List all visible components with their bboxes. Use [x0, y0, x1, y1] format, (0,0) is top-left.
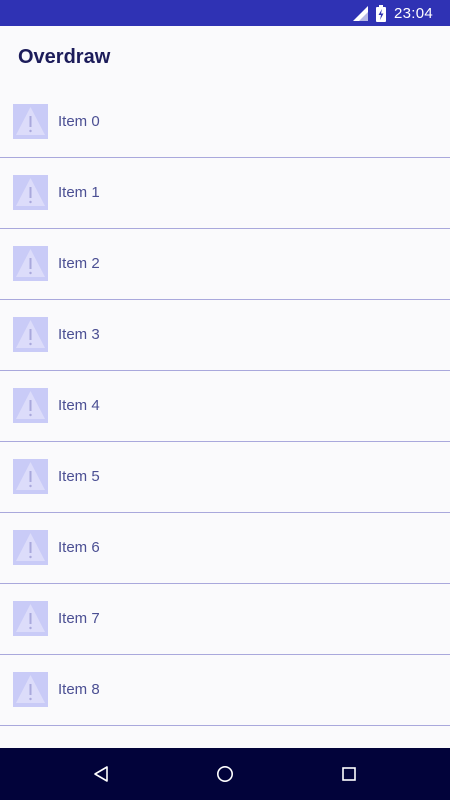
back-icon	[94, 766, 108, 782]
list-item[interactable]: Item 7	[0, 584, 450, 655]
status-bar: 23:04	[0, 0, 450, 26]
item-list[interactable]: Item 0 Item 1 Item 2 Item 3 Item 4 Item …	[0, 87, 450, 748]
list-item-label: Item 6	[58, 539, 100, 556]
list-item[interactable]: Item 1	[0, 158, 450, 229]
list-item[interactable]: Item 4	[0, 371, 450, 442]
home-button[interactable]	[211, 760, 239, 788]
list-item[interactable]: Item 6	[0, 513, 450, 584]
list-item[interactable]: Item 8	[0, 655, 450, 726]
list-item[interactable]: Item 0	[0, 87, 450, 158]
list-item[interactable]: Item 2	[0, 229, 450, 300]
list-item-label: Item 2	[58, 255, 100, 272]
image-placeholder-icon	[13, 388, 48, 423]
recents-icon	[342, 767, 356, 781]
list-item-label: Item 0	[58, 113, 100, 130]
cell-signal-icon	[352, 5, 368, 21]
image-placeholder-icon	[13, 601, 48, 636]
image-placeholder-icon	[13, 246, 48, 281]
home-icon	[217, 766, 233, 782]
list-item-label: Item 3	[58, 326, 100, 343]
image-placeholder-icon	[13, 672, 48, 707]
list-item-label: Item 8	[58, 681, 100, 698]
list-item-label: Item 1	[58, 184, 100, 201]
list-item-label: Item 7	[58, 610, 100, 627]
back-button[interactable]	[87, 760, 115, 788]
image-placeholder-icon	[13, 104, 48, 139]
app-bar: Overdraw	[0, 26, 450, 87]
status-time: 23:04	[393, 4, 433, 22]
list-item[interactable]: Item 3	[0, 300, 450, 371]
page-title: Overdraw	[18, 46, 111, 68]
image-placeholder-icon	[13, 530, 48, 565]
status-icons: 23:04	[352, 4, 450, 22]
image-placeholder-icon	[13, 175, 48, 210]
image-placeholder-icon	[13, 459, 48, 494]
list-item-label: Item 5	[58, 468, 100, 485]
image-placeholder-icon	[13, 317, 48, 352]
battery-charging-icon	[375, 4, 386, 22]
list-item-label: Item 4	[58, 397, 100, 414]
navigation-bar	[0, 748, 450, 800]
list-item[interactable]: Item 5	[0, 442, 450, 513]
recents-button[interactable]	[335, 760, 363, 788]
